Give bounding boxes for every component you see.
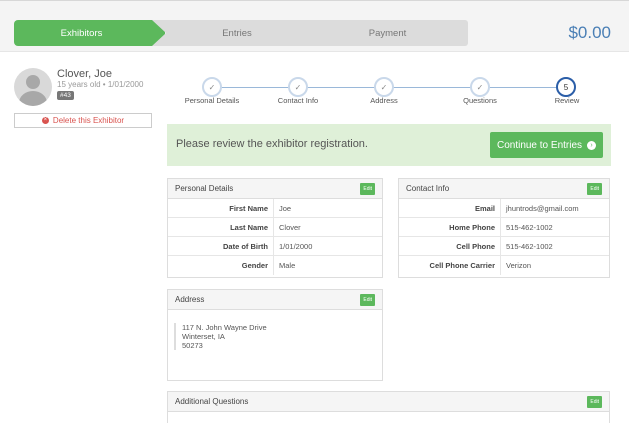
address-block: 117 N. John Wayne Drive Winterset, IA 50… xyxy=(174,323,267,350)
avatar-body xyxy=(19,91,47,106)
address-line-2: Winterset, IA xyxy=(182,332,225,341)
step-entries[interactable]: Entries xyxy=(152,20,322,46)
edit-questions-button[interactable]: Edit xyxy=(587,396,602,408)
field-value: 515-462-1002 xyxy=(506,241,553,251)
exhibitor-details: 15 years old • 1/01/2000 xyxy=(57,80,144,89)
check-icon: ✓ xyxy=(208,82,216,92)
field-value: Joe xyxy=(279,203,292,213)
review-message: Please review the exhibitor registration… xyxy=(176,138,368,150)
field-label: Gender xyxy=(168,256,274,275)
field-label: Home Phone xyxy=(399,218,501,236)
panel-title: Personal Details xyxy=(175,184,234,193)
panel-title: Address xyxy=(175,295,205,304)
contact-info-panel: Contact Info Edit Email jhuntrods@gmail.c… xyxy=(398,178,610,278)
field-label: Date of Birth xyxy=(168,237,274,255)
field-value: 1/01/2000 xyxy=(279,241,313,251)
arrow-right-icon: › xyxy=(587,140,597,150)
field-label: Cell Phone Carrier xyxy=(399,256,501,275)
avatar xyxy=(14,68,52,106)
exhibitor-name: Clover, Joe xyxy=(57,68,113,80)
step-exhibitors-label: Exhibitors xyxy=(60,27,103,39)
address-panel: Address Edit 117 N. John Wayne Drive Win… xyxy=(167,289,383,381)
table-row: Email jhuntrods@gmail.com xyxy=(399,199,609,218)
exhibitor-badge: #43 xyxy=(57,91,74,100)
field-value: Clover xyxy=(279,222,301,232)
panel-title: Additional Questions xyxy=(175,397,249,406)
step-entries-label: Entries xyxy=(222,27,252,39)
field-label: Cell Phone xyxy=(399,237,501,255)
progress-step-review[interactable]: 5 xyxy=(556,77,576,97)
table-row: Last Name Clover xyxy=(168,218,382,237)
progress-step-personal[interactable]: ✓ xyxy=(202,77,222,97)
panel-header: Personal Details Edit xyxy=(168,179,382,199)
table-row: First Name Joe xyxy=(168,199,382,218)
table-row: Home Phone 515-462-1002 xyxy=(399,218,609,237)
delete-exhibitor-label: Delete this Exhibitor xyxy=(52,116,125,125)
progress-label-contact: Contact Info xyxy=(277,96,319,105)
field-value: jhuntrods@gmail.com xyxy=(506,203,579,213)
step-exhibitors[interactable]: Exhibitors xyxy=(14,20,165,46)
review-banner: Please review the exhibitor registration… xyxy=(167,124,611,166)
step-number: 5 xyxy=(563,82,569,92)
additional-questions-panel: Additional Questions Edit xyxy=(167,391,610,423)
panel-header: Address Edit xyxy=(168,290,382,310)
progress-label-personal: Personal Details xyxy=(184,96,240,105)
field-label: Email xyxy=(399,199,501,217)
field-value: 515-462-1002 xyxy=(506,222,553,232)
progress-step-contact[interactable]: ✓ xyxy=(288,77,308,97)
panel-header: Contact Info Edit xyxy=(399,179,609,199)
personal-details-panel: Personal Details Edit First Name Joe Last… xyxy=(167,178,383,278)
address-line-3: 50273 xyxy=(182,341,203,350)
table-row: Gender Male xyxy=(168,256,382,275)
field-value: Male xyxy=(279,261,296,270)
panel-header: Additional Questions Edit xyxy=(168,392,609,412)
remove-icon: × xyxy=(41,117,49,124)
table-row: Date of Birth 1/01/2000 xyxy=(168,237,382,256)
address-line-1: 117 N. John Wayne Drive xyxy=(182,323,267,332)
check-icon: ✓ xyxy=(380,82,388,92)
table-row: Cell Phone 515-462-1002 xyxy=(399,237,609,256)
table-row: Cell Phone Carrier Verizon xyxy=(399,256,609,275)
continue-to-entries-button[interactable]: Continue to Entries › xyxy=(490,132,603,158)
step-payment[interactable]: Payment xyxy=(307,20,468,46)
progress-label-questions: Questions xyxy=(463,96,497,105)
field-value: Verizon xyxy=(506,261,532,270)
edit-contact-button[interactable]: Edit xyxy=(587,183,602,195)
continue-label: Continue to Entries xyxy=(496,139,583,151)
avatar-head xyxy=(26,75,40,89)
check-icon: ✓ xyxy=(476,82,484,92)
delete-exhibitor-button[interactable]: × Delete this Exhibitor xyxy=(14,113,152,128)
edit-personal-button[interactable]: Edit xyxy=(360,183,375,195)
progress-step-questions[interactable]: ✓ xyxy=(470,77,490,97)
field-label: First Name xyxy=(168,199,274,217)
progress-label-review: Review xyxy=(554,96,580,105)
checkout-steps-bar: Exhibitors Entries Payment $0.00 xyxy=(0,0,629,52)
step-payment-label: Payment xyxy=(368,27,407,39)
check-icon: ✓ xyxy=(294,82,302,92)
edit-address-button[interactable]: Edit xyxy=(360,294,375,306)
field-label: Last Name xyxy=(168,218,274,236)
progress-label-address: Address xyxy=(370,96,398,105)
cart-total: $0.00 xyxy=(568,23,611,42)
progress-step-address[interactable]: ✓ xyxy=(374,77,394,97)
panel-title: Contact Info xyxy=(406,184,450,193)
